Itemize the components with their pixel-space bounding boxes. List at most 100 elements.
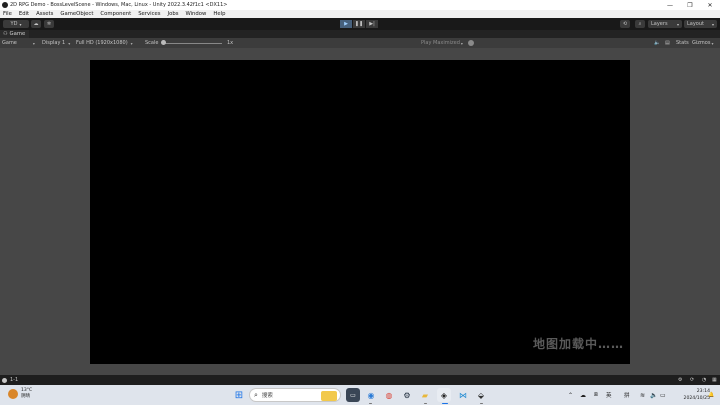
stats-toggle[interactable]: Stats [676, 40, 689, 46]
view-mode-dropdown[interactable]: Game ▾ [2, 40, 35, 46]
task-view-icon[interactable]: ▭ [346, 388, 360, 402]
display-label: Display 1 [42, 40, 66, 46]
window-title: 2D RPG Demo - BossLevelScene - Windows, … [10, 2, 228, 8]
menu-window[interactable]: Window [185, 11, 206, 17]
search-icon[interactable]: ⌕ [635, 20, 645, 28]
menu-help[interactable]: Help [213, 11, 225, 17]
running-indicator [480, 402, 483, 404]
weather-desc: 阴晴 [21, 394, 30, 399]
chevron-down-icon: ▾ [32, 40, 35, 46]
step-button[interactable]: ▶| [366, 20, 378, 28]
windows-start-icon[interactable]: ⊞ [232, 388, 246, 402]
weather-icon [8, 389, 18, 399]
chevron-down-icon: ▾ [460, 40, 463, 46]
resolution-dropdown[interactable]: Full HD (1920x1080) ▾ [76, 40, 133, 46]
stats-panel-icon[interactable]: ▤ [665, 40, 670, 46]
lighting-icon[interactable]: ⚙ [678, 377, 682, 383]
maximize-button[interactable]: ❐ [680, 0, 700, 10]
menu-services[interactable]: Services [138, 11, 160, 17]
file-explorer-icon[interactable]: ▰ [418, 388, 432, 402]
tab-game-label: Game [9, 31, 26, 37]
play-button[interactable]: ▶ [340, 20, 352, 28]
tab-row: ⚇ Game [0, 30, 720, 38]
taskbar-search[interactable]: ⌕ 搜索 [249, 388, 341, 402]
layout-label: Layout [687, 21, 704, 27]
search-placeholder: 搜索 [261, 393, 273, 399]
layout-dropdown[interactable]: Layout ▾ [684, 20, 717, 28]
menu-edit[interactable]: Edit [19, 11, 29, 17]
menu-jobs[interactable]: Jobs [168, 11, 179, 17]
gizmos-label: Gizmos [692, 40, 711, 46]
speaker-icon[interactable]: 🔈 [654, 40, 660, 46]
history-icon[interactable]: ⟲ [620, 20, 630, 28]
steam-icon[interactable]: ⚙ [400, 388, 414, 402]
edge-browser-icon[interactable]: ◉ [364, 388, 378, 402]
status-message[interactable]: 1-1 [10, 377, 18, 383]
running-indicator [369, 402, 372, 404]
status-bar: 1-1 ⚙ ⟳ ◔ ▦ [0, 375, 720, 385]
game-screen[interactable]: 地图加载中…… [90, 60, 630, 364]
unity-editor-icon[interactable]: ⬙ [474, 388, 488, 402]
unity-hub-icon[interactable]: ◈ [437, 388, 451, 402]
search-icon: ⌕ [254, 390, 258, 399]
wifi-icon[interactable]: ≋ [640, 388, 645, 402]
layers-label: Layers [651, 21, 668, 27]
clock-date: 2024/10/25 [683, 396, 710, 401]
ime-mode[interactable]: 拼 [624, 388, 630, 402]
taskbar-clock[interactable]: 23:14 2024/10/25 [670, 388, 710, 402]
pause-button[interactable]: ❚❚ [353, 20, 365, 28]
battery-icon[interactable]: ▭ [660, 388, 666, 402]
playback-controls: ▶ ❚❚ ▶| [340, 20, 379, 28]
windows-taskbar: 13°C 阴晴 ⊞ ⌕ 搜索 ▭ ◉ ◍ ⚙ ▰ ◈ ⋈ ⬙ ⌃ ☁ ⧈ 英 拼… [0, 385, 720, 405]
close-button[interactable]: ✕ [700, 0, 720, 10]
unity-logo-icon [2, 2, 8, 8]
gamepad-icon: ⚇ [3, 31, 8, 37]
progress-icon[interactable]: ◔ [702, 377, 706, 383]
play-mode-dropdown[interactable]: Play Maximized ▾ [421, 40, 463, 46]
vscode-icon[interactable]: ⋈ [456, 388, 470, 402]
menu-component[interactable]: Component [100, 11, 131, 17]
menu-gameobject[interactable]: GameObject [60, 11, 93, 17]
scale-label: Scale [145, 40, 159, 46]
cloud-icon[interactable]: ☁ [31, 20, 41, 28]
target-icon[interactable] [468, 40, 474, 46]
resolution-label: Full HD (1920x1080) [76, 40, 128, 46]
play-mode-label: Play Maximized [421, 40, 460, 46]
volume-icon[interactable]: 🔈 [650, 388, 657, 402]
chevron-down-icon: ▾ [19, 21, 22, 27]
onedrive-icon[interactable]: ☁ [580, 388, 586, 402]
chevron-down-icon: ▾ [130, 40, 133, 46]
minimize-button[interactable]: — [660, 0, 680, 10]
weather-widget[interactable]: 13°C 阴晴 [8, 388, 32, 400]
refresh-icon[interactable]: ⟳ [690, 377, 694, 383]
scale-slider-track[interactable] [162, 42, 222, 44]
cache-icon[interactable]: ▦ [712, 377, 717, 383]
search-highlight-icon [321, 391, 337, 401]
tray-expand-icon[interactable]: ⌃ [568, 388, 573, 402]
main-toolbar: YD ▾ ☁ ✲ ▶ ❚❚ ▶| ⟲ ⌕ Layers ▾ Layout ▾ [0, 18, 720, 30]
scale-slider-handle[interactable] [161, 40, 166, 45]
active-indicator [442, 402, 448, 404]
chevron-down-icon: ▾ [68, 40, 71, 46]
scale-value: 1x [227, 40, 234, 46]
display-dropdown[interactable]: Display 1 ▾ [42, 40, 70, 46]
account-label: YD [10, 21, 18, 27]
layers-dropdown[interactable]: Layers ▾ [648, 20, 682, 28]
game-view[interactable]: 地图加载中…… [0, 48, 720, 375]
chrome-browser-icon[interactable]: ◍ [382, 388, 396, 402]
collab-icon[interactable]: ✲ [44, 20, 54, 28]
gizmos-toggle[interactable]: Gizmos ▾ [692, 40, 713, 46]
menu-file[interactable]: File [3, 11, 12, 17]
account-button[interactable]: YD ▾ [3, 20, 29, 28]
window-title-bar: 2D RPG Demo - BossLevelScene - Windows, … [0, 0, 720, 10]
chevron-down-icon: ▾ [711, 21, 714, 27]
network-icon[interactable]: ⧈ [594, 388, 598, 402]
running-indicator [424, 402, 427, 404]
tab-game[interactable]: ⚇ Game [0, 30, 30, 38]
ime-language[interactable]: 英 [606, 388, 612, 402]
clock-time: 23:14 [696, 389, 710, 394]
menu-assets[interactable]: Assets [36, 11, 53, 17]
chevron-down-icon: ▾ [711, 40, 714, 46]
notification-bell-icon[interactable]: 🔔 [708, 388, 714, 402]
chevron-down-icon: ▾ [676, 21, 679, 27]
